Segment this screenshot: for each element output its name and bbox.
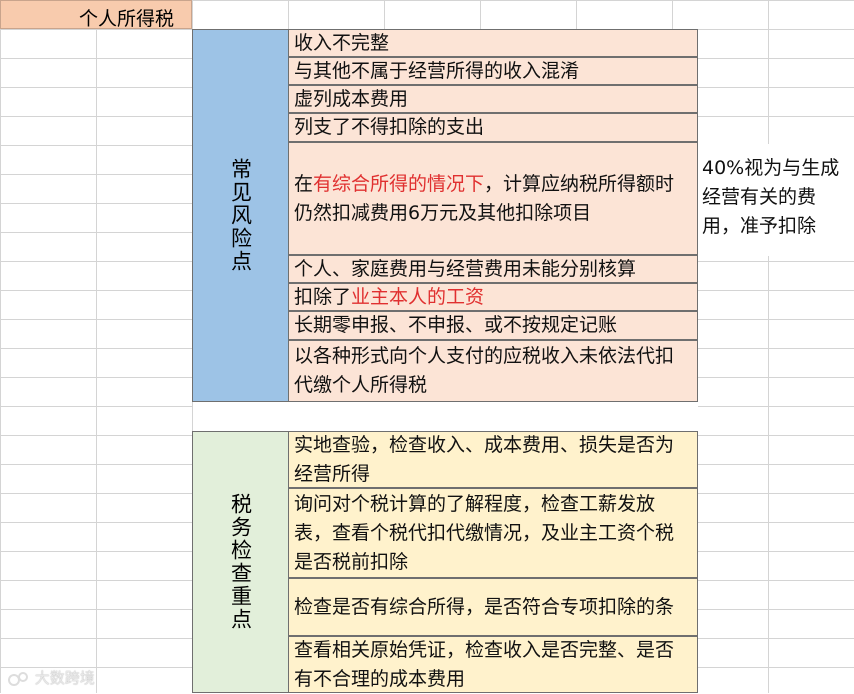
check-item[interactable]: 实地查验，检查收入、成本费用、损失是否为经营所得 [289,431,698,488]
check-item[interactable]: 查看相关原始凭证，检查收入是否完整、是否有不合理的成本费用 [289,636,698,693]
risk-item[interactable]: 虚列成本费用 [289,85,698,113]
risk-item-text: 扣除了业主本人的工资 [294,285,485,308]
watermark: 大数跨境 [8,667,95,688]
risk-item[interactable]: 以各种形式向个人支付的应税收入未依法代扣代缴个人所得税 [289,340,698,402]
risk-item-text: 在有综合所得的情况下，计算应纳税所得额时仍然扣减费用6万元及其他扣除项目 [294,172,675,224]
risk-item[interactable]: 与其他不属于经营所得的收入混淆 [289,57,698,85]
check-item[interactable]: 检查是否有综合所得，是否符合专项扣除的条 [289,578,698,636]
risk-item[interactable]: 长期零申报、不申报、或不按规定记账 [289,311,698,340]
sheet-title: 个人所得税 [79,8,175,30]
risk-item[interactable]: 收入不完整 [289,29,698,57]
logo-icon [8,671,28,686]
risk-item[interactable]: 个人、家庭费用与经营费用未能分别核算 [289,255,698,283]
check-label-text: 税务检查重点 [228,493,253,631]
highlight-text: 有综合所得的情况下 [313,172,485,195]
check-section-label[interactable]: 税务检查重点 [192,431,289,693]
title-cell[interactable]: 个人所得税 [0,0,192,30]
risk-label-text: 常见风险点 [228,158,253,273]
highlight-text: 业主本人的工资 [351,285,485,308]
spacer-row[interactable] [192,402,698,431]
check-item[interactable]: 询问对个税计算的了解程度，检查工薪发放表，查看个税代扣代缴情况，及业主工资个税是… [289,488,698,578]
risk-item[interactable]: 在有综合所得的情况下，计算应纳税所得额时仍然扣减费用6万元及其他扣除项目 [289,142,698,255]
risk-section-label[interactable]: 常见风险点 [192,29,289,402]
deduction-note[interactable]: 40%视为与生成经营有关的费用，准予扣除 [698,144,854,256]
risk-item[interactable]: 列支了不得扣除的支出 [289,113,698,142]
risk-item[interactable]: 扣除了业主本人的工资 [289,283,698,311]
